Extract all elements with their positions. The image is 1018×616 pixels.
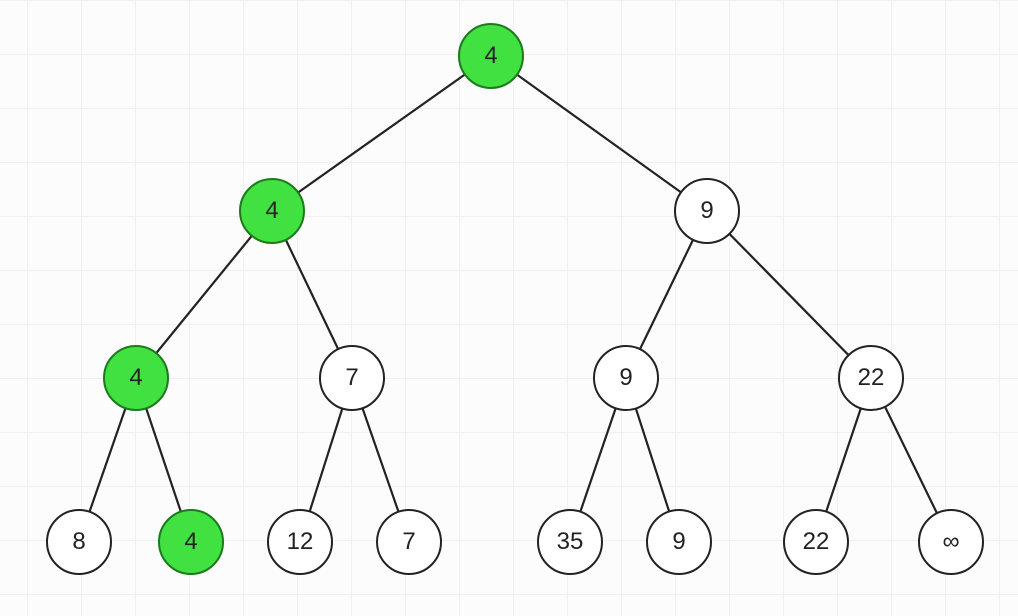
node-L: 4 [239, 178, 305, 244]
node-label: 8 [72, 530, 85, 554]
node-label: 7 [402, 530, 415, 554]
node-RR: 22 [838, 345, 904, 411]
node-label: 4 [265, 199, 278, 223]
node-label: 22 [803, 530, 830, 554]
node-label: 9 [672, 530, 685, 554]
node-LRR: 7 [376, 509, 442, 575]
node-LLL: 8 [46, 509, 112, 575]
node-RL: 9 [593, 345, 659, 411]
node-label: ∞ [942, 530, 959, 554]
node-LRL: 12 [267, 509, 333, 575]
edge-R-RR [707, 211, 871, 378]
node-label: 22 [858, 366, 885, 390]
node-label: 12 [287, 530, 314, 554]
node-RLR: 9 [646, 509, 712, 575]
node-label: 4 [129, 366, 142, 390]
node-label: 9 [619, 366, 632, 390]
edges-layer [0, 0, 1018, 616]
node-R: 9 [674, 178, 740, 244]
node-label: 35 [557, 530, 584, 554]
node-label: 4 [484, 44, 497, 68]
node-LLR: 4 [158, 509, 224, 575]
node-LL: 4 [103, 345, 169, 411]
node-RRR: ∞ [918, 509, 984, 575]
edge-root-R [491, 56, 707, 211]
node-RLL: 35 [537, 509, 603, 575]
node-root: 4 [458, 23, 524, 89]
edge-root-L [272, 56, 491, 211]
node-RRL: 22 [783, 509, 849, 575]
node-label: 9 [700, 199, 713, 223]
node-label: 7 [345, 366, 358, 390]
node-label: 4 [184, 530, 197, 554]
node-LR: 7 [319, 345, 385, 411]
